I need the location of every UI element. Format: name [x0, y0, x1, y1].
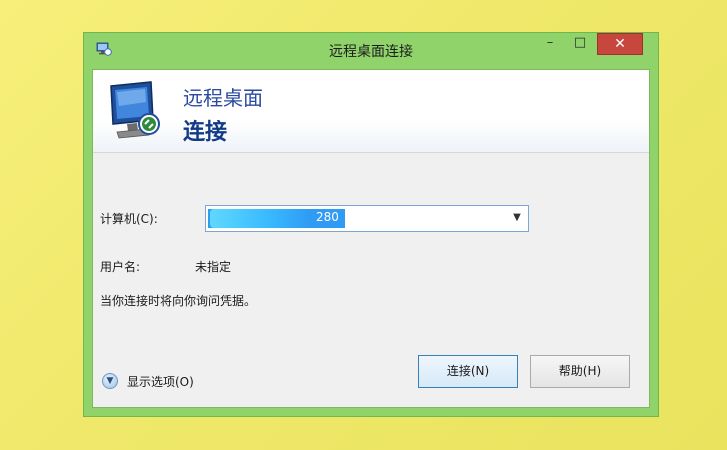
computer-combobox[interactable]: 280 ▼ — [205, 205, 529, 232]
expand-circle-icon[interactable]: ▼ — [102, 373, 118, 389]
header-subtitle: 连接 — [183, 120, 228, 145]
close-button[interactable]: ✕ — [597, 33, 643, 55]
title-bar[interactable]: 远程桌面连接 – □ ✕ — [84, 33, 658, 65]
help-button[interactable]: 帮助(H) — [530, 355, 630, 388]
maximize-button[interactable]: □ — [566, 33, 594, 55]
show-options-label[interactable]: 显示选项(O) — [127, 373, 194, 390]
dialog-header: 远程桌面 连接 — [93, 70, 649, 153]
monitor-icon — [110, 81, 160, 139]
chevron-down-icon[interactable]: ▼ — [510, 210, 524, 226]
computer-value: 280 — [316, 210, 339, 224]
redacted-address — [210, 209, 310, 228]
username-label: 用户名: — [100, 260, 141, 274]
remote-desktop-window: 远程桌面连接 – □ ✕ 远程桌面 连接 计算机(C): 280 ▼ 用户名: — [83, 32, 659, 417]
credentials-info-text: 当你连接时将向你询问凭据。 — [100, 294, 257, 308]
header-title: 远程桌面 — [183, 86, 263, 110]
connect-button[interactable]: 连接(N) — [418, 355, 518, 388]
username-value: 未指定 — [195, 260, 232, 274]
minimize-button[interactable]: – — [536, 33, 564, 55]
computer-label: 计算机(C): — [100, 212, 158, 226]
